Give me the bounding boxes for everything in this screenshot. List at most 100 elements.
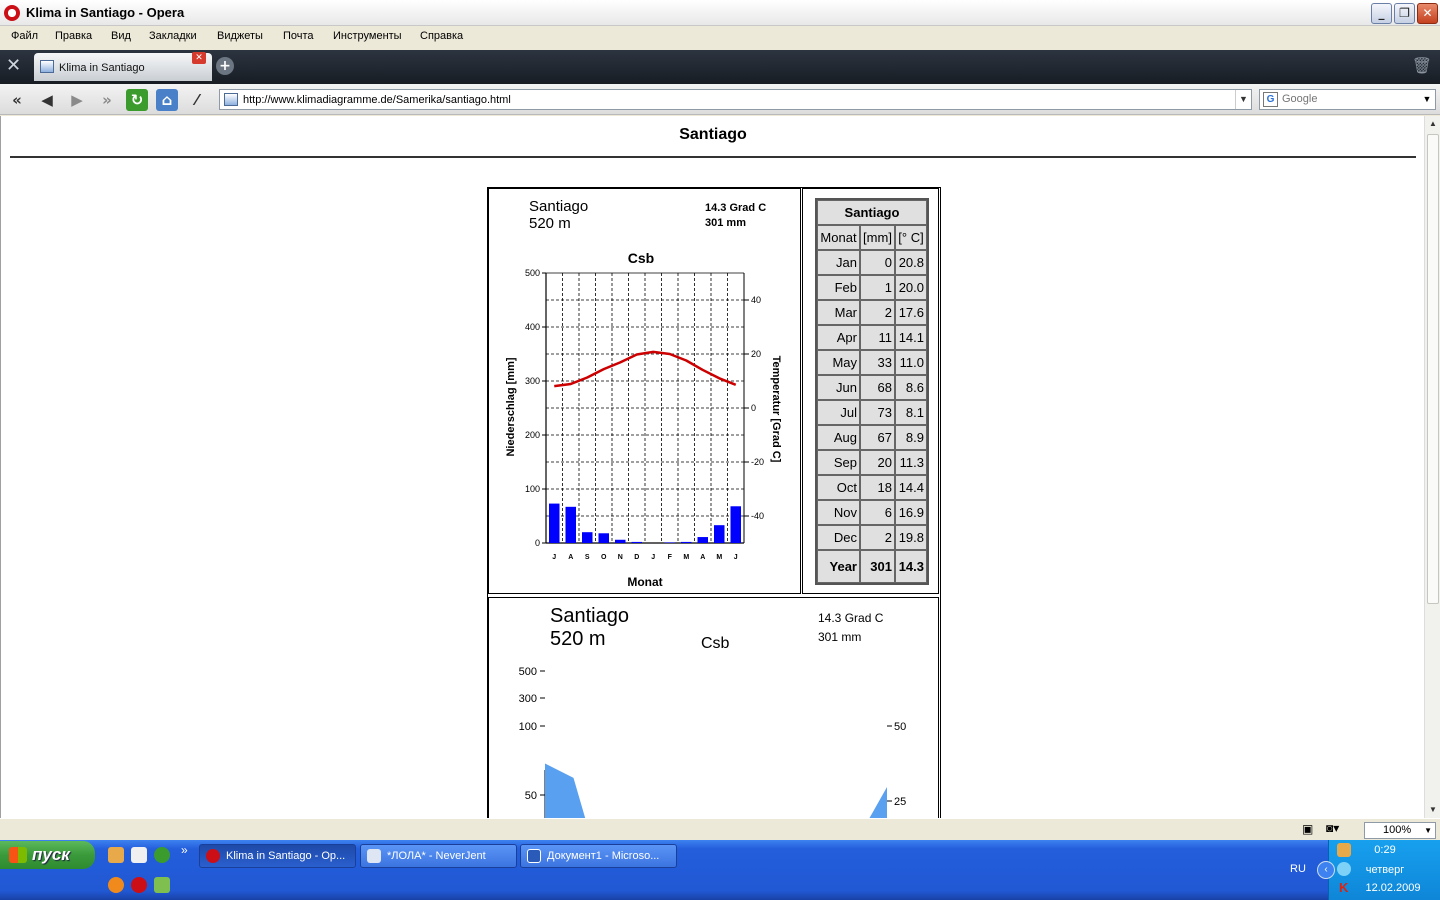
chart1-altitude: 520 m [529,215,571,232]
table-row: Apr 11 14.1 [817,325,927,350]
back-icon[interactable]: ◀ [36,89,58,111]
chart2-temp-summary: 14.3 Grad C [818,611,884,625]
chart1-month-label: A [568,554,573,561]
reload-icon[interactable]: ↻ [126,89,148,111]
fast-forward-icon[interactable]: » [96,89,118,111]
trash-icon[interactable]: 🗑 [1412,56,1432,76]
windows-flag-icon [9,847,27,863]
rewind-icon[interactable]: « [6,89,28,111]
maximize-button[interactable]: ❐ [1394,3,1415,24]
menu-tools[interactable]: Инструменты [333,30,402,42]
window-title: Klima in Santiago - Opera [26,5,185,20]
close-button[interactable]: ✕ [1417,3,1438,24]
cell-temp: 16.9 [895,500,927,525]
tab-klima-santiago[interactable]: Klima in Santiago ✕ [34,52,212,81]
start-label: пуск [32,845,70,864]
menu-mail[interactable]: Почта [283,30,314,42]
chart1-left-tick-label: 200 [525,430,540,440]
new-tab-button[interactable]: + [216,57,234,75]
chart1-precip-bar [582,532,593,543]
cell-precip: 2 [860,525,895,550]
cell-month: Feb [817,275,860,300]
cell-temp: 8.6 [895,375,927,400]
tab-close-icon[interactable]: ✕ [192,52,206,64]
menu-file[interactable]: Файл [11,30,38,42]
chart1-month-label: J [734,554,738,561]
minimize-button[interactable]: _ [1371,3,1392,24]
chart1-precip-bar [615,539,626,543]
zoom-control[interactable]: 100% ▼ [1364,822,1436,839]
chart2-climate-class: Csb [701,635,730,652]
start-button[interactable]: пуск [0,841,95,869]
scroll-thumb[interactable] [1427,134,1439,604]
home-icon[interactable]: ⌂ [156,89,178,111]
window-titlebar: Klima in Santiago - Opera _ ❐ ✕ [0,0,1440,26]
clock-day: четверг [1365,864,1405,876]
search-field[interactable]: G ▼ [1259,89,1436,110]
chart1-tick-labels: 0 100 200 300 400 500 -40 -20 0 20 40 J A S O N D J F M A M J [525,268,764,561]
cell-month: May [817,350,860,375]
clock-time[interactable]: 0:29 [1329,844,1440,856]
chart2-right-tick-label: 25 [894,796,906,808]
chart1-grid [545,272,745,544]
chart1-temp-summary: 14.3 Grad C [705,202,766,214]
menu-view[interactable]: Вид [111,30,131,42]
climate-chart-2: Santiago 520 m Csb 14.3 Grad C 301 mm 50… [519,605,907,818]
zoom-dropdown-icon[interactable]: ▼ [1424,823,1432,838]
wand-icon[interactable]: ⁄ [186,89,208,111]
cell-year-temp: 14.3 [895,550,927,583]
address-field[interactable]: ▼ [219,89,1252,110]
panel-icon[interactable]: ▣ [1302,822,1313,836]
search-input[interactable] [1282,93,1412,105]
chart1-left-tick-label: 0 [535,538,540,548]
cell-temp: 8.1 [895,400,927,425]
search-dropdown-icon[interactable]: ▼ [1419,90,1435,109]
cell-precip: 73 [860,400,895,425]
quicklaunch-mail-icon[interactable] [108,847,124,863]
camera-icon[interactable]: ◙▾ [1326,821,1339,835]
status-bar: ▣ ◙▾ 100% ▼ [0,818,1440,840]
table-row: Mar 2 17.6 [817,300,927,325]
chart2-left-tick-label: 500 [519,666,537,678]
chart2-left-tick-label: 300 [519,693,537,705]
chart1-right-tick-label: 40 [751,295,761,305]
chart2-tick-labels: 500 300 100 50 50 25 [519,666,907,808]
address-dropdown-icon[interactable]: ▼ [1235,90,1251,109]
language-indicator[interactable]: RU [1290,863,1306,875]
menu-help[interactable]: Справка [420,30,463,42]
google-icon: G [1263,92,1278,107]
quicklaunch-opera-icon[interactable] [131,877,147,893]
chart1-month-label: N [618,554,623,561]
cell-precip: 18 [860,475,895,500]
chart2-area-end [869,787,887,818]
address-input[interactable] [243,92,1233,107]
chart1-left-tick-label: 500 [525,268,540,278]
scroll-down-icon[interactable]: ▼ [1425,802,1440,818]
chart1-month-label: A [700,554,705,561]
heading-rule [10,156,1416,158]
scroll-up-icon[interactable]: ▲ [1425,116,1440,132]
vertical-scrollbar[interactable]: ▲ ▼ [1424,116,1440,818]
quicklaunch-icq-icon[interactable] [154,847,170,863]
taskbar-neverjent-window[interactable]: *ЛОЛА* - NeverJent [360,844,517,868]
cell-precip: 2 [860,300,895,325]
quicklaunch-app-icon[interactable] [154,877,170,893]
taskbar-opera-window[interactable]: Klima in Santiago - Op... [199,844,356,868]
forward-icon[interactable]: ▶ [66,89,88,111]
tools-menu-icon[interactable]: ✕ [6,56,26,76]
cell-year-label: Year [817,550,860,583]
menu-bookmarks[interactable]: Закладки [149,30,197,42]
opera-icon [206,849,220,863]
chart2-station: Santiago [550,605,629,627]
table-row: Feb 1 20.0 [817,275,927,300]
chart2-altitude: 520 m [550,628,606,650]
menu-widgets[interactable]: Виджеты [217,30,263,42]
taskbar-window-label: Документ1 - Microso... [547,850,660,862]
chart1-month-label: O [601,554,607,561]
table-row: Sep 20 11.3 [817,450,927,475]
quicklaunch-more-icon[interactable]: » [181,843,188,857]
quicklaunch-paint-icon[interactable] [131,847,147,863]
quicklaunch-at-icon[interactable] [108,877,124,893]
taskbar-word-window[interactable]: Документ1 - Microso... [520,844,677,868]
menu-edit[interactable]: Правка [55,30,92,42]
